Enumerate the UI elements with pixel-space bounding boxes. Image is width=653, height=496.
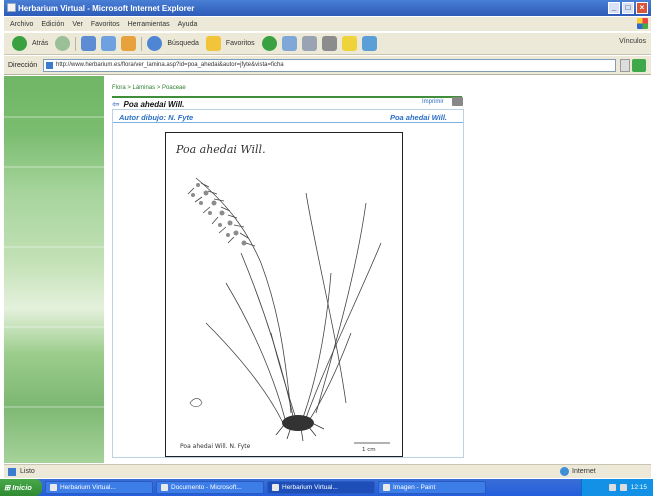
taskbar-item[interactable]: Herbarium Virtual...	[45, 481, 153, 494]
taskbar-item-label: Imagen - Paint	[393, 484, 436, 491]
messenger-icon[interactable]	[361, 36, 377, 51]
menu-tools[interactable]: Herramientas	[128, 21, 170, 28]
browser-toolbar: Atrás Búsqueda Favoritos Vínculos	[4, 32, 651, 55]
breadcrumb[interactable]: Flora > Láminas > Poaceae	[112, 85, 186, 91]
paint-icon	[383, 484, 390, 491]
taskbar-item-label: Herbarium Virtual...	[60, 484, 116, 491]
status-text: Listo	[20, 468, 35, 475]
header-divider	[112, 96, 462, 98]
search-icon[interactable]	[147, 36, 163, 51]
page-status-icon	[8, 468, 16, 476]
refresh-icon[interactable]	[101, 36, 117, 51]
plate-handwritten-title: Poa ahedai Will.	[175, 143, 266, 156]
taskbar-item-label: Herbarium Virtual...	[282, 484, 338, 491]
plate-scale-note: 1 cm	[362, 447, 376, 453]
taskbar-item[interactable]: Herbarium Virtual...	[267, 481, 375, 494]
address-bar: Dirección http://www.herbarium.es/flora/…	[4, 56, 651, 75]
zone-text: Internet	[572, 468, 596, 475]
security-zone: Internet	[560, 467, 596, 476]
back-button-label[interactable]: Atrás	[32, 40, 48, 47]
page-icon	[46, 62, 53, 69]
edit-icon[interactable]	[341, 36, 357, 51]
ie-icon	[7, 3, 16, 12]
author-link[interactable]: Autor dibujo: N. Fyte	[119, 113, 193, 122]
mail-icon[interactable]	[301, 36, 317, 51]
decorative-sidebar	[4, 76, 104, 463]
search-button-label[interactable]: Búsqueda	[167, 40, 199, 47]
media-icon[interactable]	[261, 36, 277, 51]
menu-favorites[interactable]: Favoritos	[91, 21, 120, 28]
species-link[interactable]: Poa ahedai Will.	[390, 113, 447, 122]
taskbar-item[interactable]: Documento - Microsoft...	[156, 481, 264, 494]
grass-illustration: Poa ahedai Will. Poa ahedai Will. N. Fyt…	[175, 143, 390, 453]
address-label: Dirección	[8, 61, 38, 69]
address-url: http://www.herbarium.es/flora/ver_lamina…	[56, 62, 284, 68]
windows-flag-icon: ⊞	[4, 483, 11, 492]
taskbar-item-label: Documento - Microsoft...	[171, 484, 242, 491]
panel-divider	[113, 122, 463, 123]
address-input[interactable]: http://www.herbarium.es/flora/ver_lamina…	[43, 59, 616, 72]
toolbar-divider	[141, 36, 143, 51]
menubar: Archivo Edición Ver Favoritos Herramient…	[4, 17, 651, 31]
start-button[interactable]: ⊞ Inicio	[0, 479, 42, 496]
botanical-plate-image: Poa ahedai Will. Poa ahedai Will. N. Fyt…	[165, 132, 403, 457]
window-controls: _ □ ×	[608, 2, 648, 14]
ie-icon	[272, 484, 279, 491]
maximize-button[interactable]: □	[622, 2, 634, 14]
history-icon[interactable]	[281, 36, 297, 51]
menu-edit[interactable]: Edición	[41, 21, 64, 28]
print-icon[interactable]	[321, 36, 337, 51]
windows-logo-icon	[637, 18, 648, 29]
internet-globe-icon	[560, 467, 569, 476]
favorites-button-label[interactable]: Favoritos	[226, 40, 255, 47]
favorites-star-icon[interactable]	[205, 36, 221, 51]
window-titlebar: Herbarium Virtual - Microsoft Internet E…	[4, 0, 651, 16]
address-dropdown-button[interactable]	[620, 59, 630, 72]
links-label[interactable]: Vínculos	[619, 38, 646, 45]
page-content: Flora > Láminas > Poaceae ⇦ Poa ahedai W…	[4, 76, 651, 463]
printer-icon[interactable]	[452, 97, 463, 106]
plate-caption: Poa ahedai Will. N. Fyte	[180, 443, 251, 450]
word-icon	[161, 484, 168, 491]
status-bar: Listo Internet	[4, 464, 651, 478]
taskbar-item[interactable]: Imagen - Paint	[378, 481, 486, 494]
go-arrow-icon[interactable]	[632, 59, 646, 72]
close-button[interactable]: ×	[636, 2, 648, 14]
back-arrow-icon[interactable]	[12, 36, 27, 51]
plate-panel: Autor dibujo: N. Fyte Poa ahedai Will. P…	[112, 109, 464, 458]
taskbar: ⊞ Inicio Herbarium Virtual... Documento …	[0, 479, 653, 496]
start-label: Inicio	[12, 483, 32, 492]
network-icon[interactable]	[619, 484, 627, 491]
window-title: Herbarium Virtual - Microsoft Internet E…	[18, 3, 195, 13]
minimize-button[interactable]: _	[608, 2, 620, 14]
menu-file[interactable]: Archivo	[10, 21, 33, 28]
ie-icon	[50, 484, 57, 491]
volume-icon[interactable]	[608, 484, 616, 491]
stop-icon[interactable]	[81, 36, 97, 51]
home-icon[interactable]	[121, 36, 137, 51]
clock[interactable]: 12:15	[631, 484, 647, 491]
toolbar-divider	[75, 36, 77, 51]
forward-arrow-icon[interactable]	[55, 36, 71, 51]
page-title-text: Poa ahedai Will.	[123, 100, 185, 109]
menu-help[interactable]: Ayuda	[178, 21, 198, 28]
print-link[interactable]: Imprimir	[422, 99, 444, 105]
menu-view[interactable]: Ver	[72, 21, 83, 28]
system-tray: 12:15	[581, 479, 653, 496]
